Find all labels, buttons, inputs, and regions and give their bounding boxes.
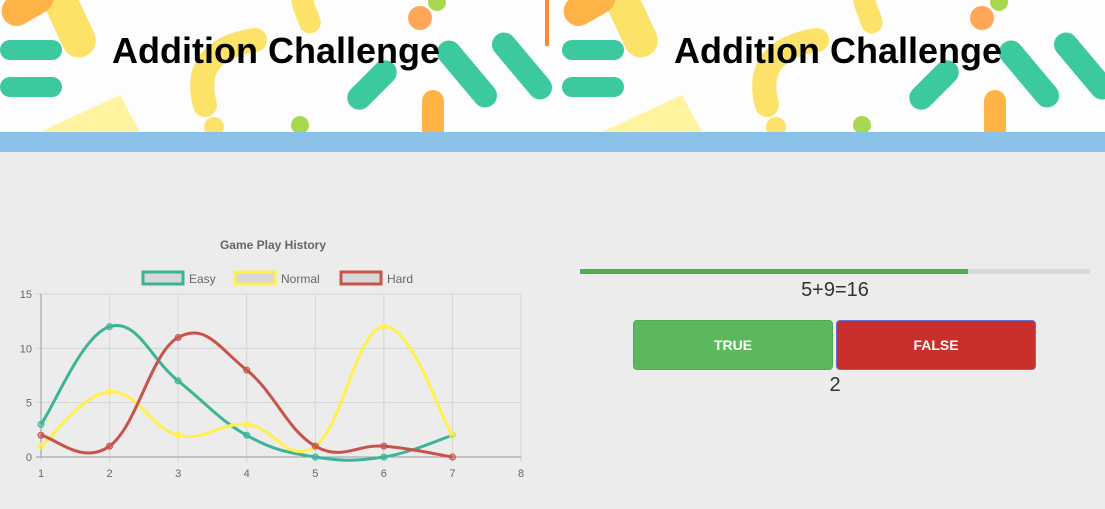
y-tick-label: 15 [20, 289, 32, 301]
legend-label-hard: Hard [387, 272, 413, 286]
data-point-hard [448, 453, 456, 461]
data-point-easy [243, 431, 251, 439]
data-point-hard [37, 431, 45, 439]
data-point-hard [311, 442, 319, 450]
legend-label-normal: Normal [281, 272, 320, 286]
chart-canvas: Game Play History Easy Normal Hard 1 2 3 4 5 6 7 8 0… [20, 238, 524, 480]
header-banner: Addition Challenge Addition Challenge [0, 0, 1105, 132]
data-point-hard [380, 442, 388, 450]
header-divider-bar [0, 132, 1105, 152]
x-tick-label: 3 [175, 468, 181, 480]
data-point-easy [174, 377, 182, 385]
banner-pattern-left: Addition Challenge [0, 0, 552, 132]
x-tick-label: 7 [449, 468, 455, 480]
data-point-normal [380, 323, 388, 331]
x-tick-label: 1 [38, 468, 44, 480]
x-tick-label: 8 [518, 468, 524, 480]
data-point-normal [448, 431, 456, 439]
data-point-easy [106, 323, 114, 331]
timer-progress-bar [580, 269, 1090, 274]
data-point-hard [174, 333, 182, 341]
page-title-left: Addition Challenge [112, 30, 440, 71]
legend-swatch-easy [141, 270, 185, 286]
false-button[interactable]: FALSE [836, 320, 1036, 370]
data-point-normal [37, 442, 45, 450]
data-point-easy [37, 420, 45, 428]
chart-title: Game Play History [220, 238, 326, 252]
x-tick-label: 6 [381, 468, 387, 480]
data-point-hard [106, 442, 114, 450]
y-tick-label: 5 [26, 398, 32, 410]
data-point-normal [243, 420, 251, 428]
data-point-easy [311, 453, 319, 461]
y-tick-label: 10 [20, 343, 32, 355]
question-text: 5+9=16 [801, 279, 869, 301]
data-point-normal [174, 431, 182, 439]
x-tick-label: 2 [107, 468, 113, 480]
true-button[interactable]: TRUE [633, 320, 833, 370]
timer-progress-fill [580, 269, 968, 274]
data-point-easy [380, 453, 388, 461]
data-point-hard [243, 366, 251, 374]
data-point-normal [106, 388, 114, 396]
y-tick-label: 0 [26, 452, 32, 464]
score-counter: 2 [829, 374, 841, 396]
legend-swatch-normal [233, 270, 277, 286]
legend-label-easy: Easy [189, 272, 216, 286]
banner-pattern-right: Addition Challenge [562, 0, 1105, 132]
game-history-chart: Game Play History Easy Normal Hard 1 2 3 4 5 6 7 8 0… [0, 232, 540, 492]
legend-swatch-hard [339, 270, 383, 286]
page-title-right: Addition Challenge [674, 30, 1002, 71]
x-tick-label: 4 [244, 468, 250, 480]
x-tick-label: 5 [312, 468, 318, 480]
